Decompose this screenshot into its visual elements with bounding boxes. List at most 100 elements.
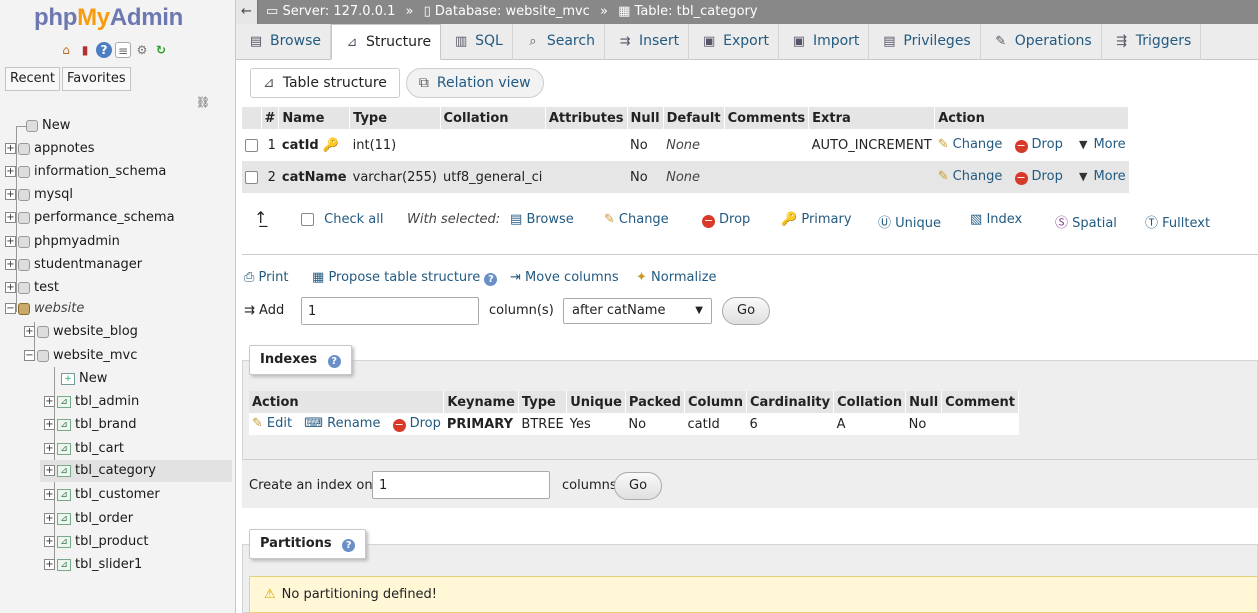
more-dropdown[interactable]: ▼ More xyxy=(1079,137,1126,152)
expand-icon[interactable]: + xyxy=(44,443,55,454)
drop-index-button[interactable]: − Drop xyxy=(392,416,441,432)
column-name[interactable]: catName xyxy=(282,170,347,185)
header-collation[interactable]: Collation xyxy=(440,107,546,129)
header-extra[interactable]: Extra xyxy=(808,107,936,129)
row-checkbox[interactable] xyxy=(245,170,258,184)
favorites-button[interactable]: Favorites xyxy=(61,67,131,91)
home-icon[interactable]: ⌂ xyxy=(58,42,74,58)
tree-item-tbl-brand[interactable]: + ⊿ tbl_brand xyxy=(44,414,137,436)
tab-search[interactable]: ⌕ Search xyxy=(513,24,605,60)
subtab-relation-view[interactable]: ⧉ Relation view xyxy=(405,68,544,98)
expand-icon[interactable]: + xyxy=(44,513,55,524)
breadcrumb-database[interactable]: Database: website_mvc xyxy=(435,4,590,19)
move-columns-button[interactable]: ⇥ Move columns xyxy=(510,270,619,285)
tree-item-tbl-order[interactable]: + ⊿ tbl_order xyxy=(44,508,133,530)
collapse-sidebar-button[interactable]: ← xyxy=(236,0,258,24)
expand-icon[interactable]: + xyxy=(44,419,55,430)
tree-item-tbl-admin[interactable]: + ⊿ tbl_admin xyxy=(44,391,139,413)
add-columns-go-button[interactable]: Go xyxy=(722,297,771,325)
link-with-main-panel-icon[interactable]: ⛓ xyxy=(196,96,210,109)
expand-icon[interactable]: + xyxy=(44,396,55,407)
header-default[interactable]: Default xyxy=(663,107,725,129)
help-icon[interactable]: ? xyxy=(484,273,498,286)
tree-item-new[interactable]: New xyxy=(10,115,70,137)
header-comments[interactable]: Comments xyxy=(724,107,810,129)
expand-icon[interactable]: + xyxy=(5,236,16,247)
tab-browse[interactable]: ▤ Browse xyxy=(236,24,331,60)
subtab-table-structure[interactable]: ⊿ Table structure xyxy=(250,68,400,98)
help-icon[interactable]: ? xyxy=(96,42,112,58)
expand-icon[interactable]: + xyxy=(5,189,16,200)
tree-item-new-table[interactable]: + New xyxy=(48,368,107,390)
column-position-select[interactable]: after catName ▼ xyxy=(563,298,712,324)
tree-item-tbl-slider1[interactable]: + ⊿ tbl_slider1 xyxy=(44,554,142,576)
tree-item-website[interactable]: − website xyxy=(5,298,84,320)
row-select[interactable] xyxy=(242,161,261,193)
tab-import[interactable]: ▣ Import xyxy=(779,24,870,60)
tab-sql[interactable]: ▥ SQL xyxy=(441,24,513,60)
expand-icon[interactable]: + xyxy=(44,536,55,547)
change-button[interactable]: ✎ Change xyxy=(938,137,1003,152)
bulk-browse-button[interactable]: ▤ Browse xyxy=(510,212,574,227)
tab-privileges[interactable]: ▤ Privileges xyxy=(869,24,981,60)
normalize-button[interactable]: ✦ Normalize xyxy=(636,270,717,285)
header-null[interactable]: Null xyxy=(627,107,664,129)
drop-button[interactable]: − Drop xyxy=(1014,169,1063,185)
tree-item-studentmanager[interactable]: + studentmanager xyxy=(5,254,142,276)
column-name[interactable]: catId xyxy=(282,138,319,153)
expand-icon[interactable]: + xyxy=(5,166,16,177)
add-columns-count-input[interactable] xyxy=(301,297,479,325)
bulk-spatial-button[interactable]: Ⓢ Spatial xyxy=(1055,212,1117,231)
check-all-label[interactable]: Check all xyxy=(324,212,383,227)
help-icon[interactable]: ? xyxy=(342,539,356,552)
check-all[interactable]: Check all xyxy=(301,212,383,227)
edit-index-button[interactable]: ✎ Edit xyxy=(252,416,292,431)
check-all-checkbox[interactable] xyxy=(301,213,314,226)
partitions-legend[interactable]: Partitions ? xyxy=(249,529,367,559)
tab-triggers[interactable]: ⇶ Triggers xyxy=(1102,24,1202,60)
more-dropdown[interactable]: ▼ More xyxy=(1079,169,1126,184)
collapse-icon[interactable]: − xyxy=(5,303,16,314)
collapse-icon[interactable]: − xyxy=(24,350,35,361)
docs-icon[interactable]: ≡ xyxy=(115,42,131,58)
tab-insert[interactable]: ⇉ Insert xyxy=(605,24,690,60)
expand-icon[interactable]: + xyxy=(5,259,16,270)
expand-icon[interactable]: + xyxy=(24,326,35,337)
bulk-fulltext-button[interactable]: Ⓣ Fulltext xyxy=(1145,212,1210,231)
create-index-go-button[interactable]: Go xyxy=(614,472,663,500)
header-name[interactable]: Name xyxy=(278,107,351,129)
expand-icon[interactable]: + xyxy=(5,143,16,154)
print-button[interactable]: ⎙ Print xyxy=(244,270,288,285)
header-type[interactable]: Type xyxy=(349,107,441,129)
bulk-primary-button[interactable]: 🔑 Primary xyxy=(781,212,852,227)
expand-icon[interactable]: + xyxy=(44,465,55,476)
tree-item-tbl-cart[interactable]: + ⊿ tbl_cart xyxy=(44,438,124,460)
drop-button[interactable]: − Drop xyxy=(1014,137,1063,153)
tree-item-website-mvc[interactable]: − website_mvc xyxy=(24,345,137,367)
reload-icon[interactable]: ↻ xyxy=(153,42,169,58)
tree-item-website-blog[interactable]: + website_blog xyxy=(24,321,138,343)
create-index-columns-input[interactable] xyxy=(372,471,550,499)
bulk-change-button[interactable]: ✎ Change xyxy=(604,212,669,227)
recent-button[interactable]: Recent xyxy=(5,67,60,91)
expand-icon[interactable]: + xyxy=(44,489,55,500)
tree-item-performance-schema[interactable]: + performance_schema xyxy=(5,207,175,229)
tab-export[interactable]: ▣ Export xyxy=(689,24,779,60)
rename-index-button[interactable]: ⌨ Rename xyxy=(304,416,380,431)
bulk-drop-button[interactable]: − Drop xyxy=(702,212,750,228)
header-attributes[interactable]: Attributes xyxy=(545,107,628,129)
tree-item-test[interactable]: + test xyxy=(5,277,59,299)
tree-item-tbl-product[interactable]: + ⊿ tbl_product xyxy=(44,531,148,553)
bulk-index-button[interactable]: ▧ Index xyxy=(970,212,1022,227)
expand-icon[interactable]: + xyxy=(5,282,16,293)
tab-structure[interactable]: ⊿ Structure xyxy=(330,24,442,60)
bulk-unique-button[interactable]: Ⓤ Unique xyxy=(878,212,941,231)
indexes-legend[interactable]: Indexes ? xyxy=(249,345,352,375)
breadcrumb-table[interactable]: Table: tbl_category xyxy=(635,4,758,19)
phpmyadmin-logo[interactable]: phpMyAdmin xyxy=(34,4,183,32)
help-icon[interactable]: ? xyxy=(327,355,341,368)
tree-item-appnotes[interactable]: + appnotes xyxy=(5,138,95,160)
breadcrumb-server[interactable]: Server: 127.0.0.1 xyxy=(282,4,395,19)
tree-item-information-schema[interactable]: + information_schema xyxy=(5,161,166,183)
expand-icon[interactable]: + xyxy=(44,559,55,570)
